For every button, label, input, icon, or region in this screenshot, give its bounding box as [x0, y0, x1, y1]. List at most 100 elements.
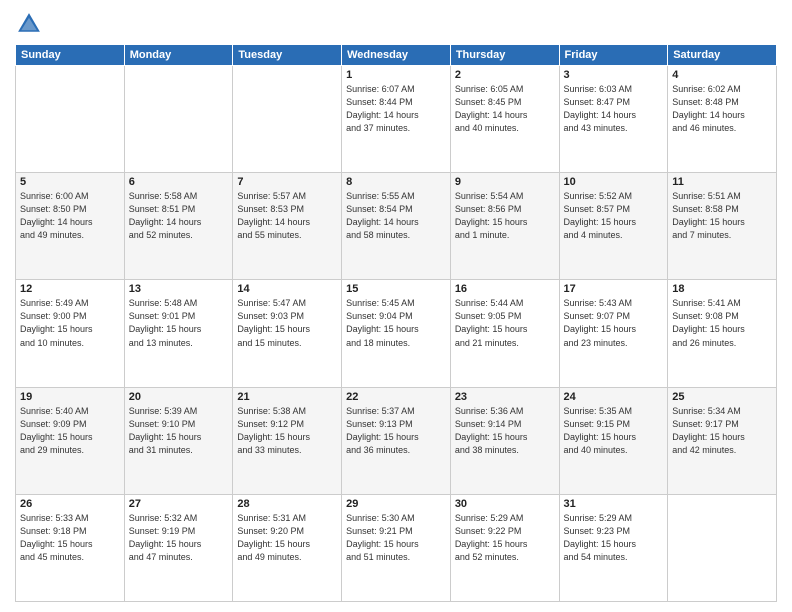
weekday-header-row: SundayMondayTuesdayWednesdayThursdayFrid…	[16, 45, 777, 66]
day-info: Sunrise: 5:44 AM Sunset: 9:05 PM Dayligh…	[455, 297, 555, 349]
day-info: Sunrise: 5:58 AM Sunset: 8:51 PM Dayligh…	[129, 190, 229, 242]
day-number: 20	[129, 391, 229, 403]
day-info: Sunrise: 6:02 AM Sunset: 8:48 PM Dayligh…	[672, 83, 772, 135]
calendar-cell: 8 Sunrise: 5:55 AM Sunset: 8:54 PM Daylig…	[342, 173, 451, 280]
calendar-cell: 24 Sunrise: 5:35 AM Sunset: 9:15 PM Dayli…	[559, 387, 668, 494]
calendar-cell: 2 Sunrise: 6:05 AM Sunset: 8:45 PM Daylig…	[450, 66, 559, 173]
day-number: 3	[564, 69, 664, 81]
calendar-cell: 6 Sunrise: 5:58 AM Sunset: 8:51 PM Daylig…	[124, 173, 233, 280]
day-number: 11	[672, 176, 772, 188]
calendar-cell: 30 Sunrise: 5:29 AM Sunset: 9:22 PM Dayli…	[450, 494, 559, 601]
calendar-cell: 18 Sunrise: 5:41 AM Sunset: 9:08 PM Dayli…	[668, 280, 777, 387]
calendar-cell	[124, 66, 233, 173]
calendar-cell: 10 Sunrise: 5:52 AM Sunset: 8:57 PM Dayli…	[559, 173, 668, 280]
day-info: Sunrise: 5:49 AM Sunset: 9:00 PM Dayligh…	[20, 297, 120, 349]
day-number: 25	[672, 391, 772, 403]
calendar-cell	[668, 494, 777, 601]
day-number: 15	[346, 283, 446, 295]
day-number: 5	[20, 176, 120, 188]
day-number: 12	[20, 283, 120, 295]
day-info: Sunrise: 5:41 AM Sunset: 9:08 PM Dayligh…	[672, 297, 772, 349]
week-row-3: 12 Sunrise: 5:49 AM Sunset: 9:00 PM Dayli…	[16, 280, 777, 387]
week-row-4: 19 Sunrise: 5:40 AM Sunset: 9:09 PM Dayli…	[16, 387, 777, 494]
day-number: 8	[346, 176, 446, 188]
day-number: 18	[672, 283, 772, 295]
weekday-header-friday: Friday	[559, 45, 668, 66]
calendar-cell: 27 Sunrise: 5:32 AM Sunset: 9:19 PM Dayli…	[124, 494, 233, 601]
day-number: 1	[346, 69, 446, 81]
day-number: 21	[237, 391, 337, 403]
calendar-cell: 15 Sunrise: 5:45 AM Sunset: 9:04 PM Dayli…	[342, 280, 451, 387]
day-info: Sunrise: 5:43 AM Sunset: 9:07 PM Dayligh…	[564, 297, 664, 349]
day-info: Sunrise: 5:40 AM Sunset: 9:09 PM Dayligh…	[20, 405, 120, 457]
logo	[15, 10, 47, 38]
day-info: Sunrise: 5:29 AM Sunset: 9:22 PM Dayligh…	[455, 512, 555, 564]
calendar-cell: 25 Sunrise: 5:34 AM Sunset: 9:17 PM Dayli…	[668, 387, 777, 494]
week-row-2: 5 Sunrise: 6:00 AM Sunset: 8:50 PM Daylig…	[16, 173, 777, 280]
calendar-cell: 28Sunrise: 5:31 AM Sunset: 9:20 PM Dayli…	[233, 494, 342, 601]
day-info: Sunrise: 5:55 AM Sunset: 8:54 PM Dayligh…	[346, 190, 446, 242]
day-number: 24	[564, 391, 664, 403]
calendar-cell: 7 Sunrise: 5:57 AM Sunset: 8:53 PM Daylig…	[233, 173, 342, 280]
day-number: 2	[455, 69, 555, 81]
week-row-1: 1 Sunrise: 6:07 AM Sunset: 8:44 PM Daylig…	[16, 66, 777, 173]
day-info: Sunrise: 5:54 AM Sunset: 8:56 PM Dayligh…	[455, 190, 555, 242]
calendar-cell: 12 Sunrise: 5:49 AM Sunset: 9:00 PM Dayli…	[16, 280, 125, 387]
day-info: Sunrise: 5:45 AM Sunset: 9:04 PM Dayligh…	[346, 297, 446, 349]
calendar-cell	[16, 66, 125, 173]
day-info: Sunrise: 6:07 AM Sunset: 8:44 PM Dayligh…	[346, 83, 446, 135]
page: SundayMondayTuesdayWednesdayThursdayFrid…	[0, 0, 792, 612]
day-info: Sunrise: 5:31 AM Sunset: 9:20 PM Dayligh…	[237, 512, 337, 564]
day-number: 17	[564, 283, 664, 295]
week-row-5: 26 Sunrise: 5:33 AM Sunset: 9:18 PM Dayli…	[16, 494, 777, 601]
calendar-table: SundayMondayTuesdayWednesdayThursdayFrid…	[15, 44, 777, 602]
day-info: Sunrise: 5:39 AM Sunset: 9:10 PM Dayligh…	[129, 405, 229, 457]
day-info: Sunrise: 5:32 AM Sunset: 9:19 PM Dayligh…	[129, 512, 229, 564]
day-number: 27	[129, 498, 229, 510]
calendar-cell: 14 Sunrise: 5:47 AM Sunset: 9:03 PM Dayli…	[233, 280, 342, 387]
day-info: Sunrise: 5:34 AM Sunset: 9:17 PM Dayligh…	[672, 405, 772, 457]
day-info: Sunrise: 5:52 AM Sunset: 8:57 PM Dayligh…	[564, 190, 664, 242]
day-info: Sunrise: 5:35 AM Sunset: 9:15 PM Dayligh…	[564, 405, 664, 457]
day-number: 9	[455, 176, 555, 188]
logo-icon	[15, 10, 43, 38]
weekday-header-sunday: Sunday	[16, 45, 125, 66]
day-number: 14	[237, 283, 337, 295]
day-info: Sunrise: 5:48 AM Sunset: 9:01 PM Dayligh…	[129, 297, 229, 349]
day-number: 31	[564, 498, 664, 510]
day-info: Sunrise: 6:05 AM Sunset: 8:45 PM Dayligh…	[455, 83, 555, 135]
day-info: Sunrise: 5:47 AM Sunset: 9:03 PM Dayligh…	[237, 297, 337, 349]
day-number: 7	[237, 176, 337, 188]
weekday-header-monday: Monday	[124, 45, 233, 66]
day-info: Sunrise: 6:03 AM Sunset: 8:47 PM Dayligh…	[564, 83, 664, 135]
day-info: Sunrise: 5:29 AM Sunset: 9:23 PM Dayligh…	[564, 512, 664, 564]
calendar-cell: 17 Sunrise: 5:43 AM Sunset: 9:07 PM Dayli…	[559, 280, 668, 387]
weekday-header-wednesday: Wednesday	[342, 45, 451, 66]
day-number: 26	[20, 498, 120, 510]
calendar-cell: 22 Sunrise: 5:37 AM Sunset: 9:13 PM Dayli…	[342, 387, 451, 494]
day-number: 13	[129, 283, 229, 295]
calendar-cell: 26 Sunrise: 5:33 AM Sunset: 9:18 PM Dayli…	[16, 494, 125, 601]
calendar-cell: 3 Sunrise: 6:03 AM Sunset: 8:47 PM Daylig…	[559, 66, 668, 173]
day-number: 4	[672, 69, 772, 81]
day-number: 22	[346, 391, 446, 403]
calendar-cell: 31 Sunrise: 5:29 AM Sunset: 9:23 PM Dayli…	[559, 494, 668, 601]
day-number: 10	[564, 176, 664, 188]
day-number: 30	[455, 498, 555, 510]
day-info: Sunrise: 5:37 AM Sunset: 9:13 PM Dayligh…	[346, 405, 446, 457]
day-number: 19	[20, 391, 120, 403]
day-info: Sunrise: 5:51 AM Sunset: 8:58 PM Dayligh…	[672, 190, 772, 242]
calendar-cell: 23Sunrise: 5:36 AM Sunset: 9:14 PM Dayli…	[450, 387, 559, 494]
calendar-cell: 1 Sunrise: 6:07 AM Sunset: 8:44 PM Daylig…	[342, 66, 451, 173]
calendar-cell: 9 Sunrise: 5:54 AM Sunset: 8:56 PM Daylig…	[450, 173, 559, 280]
day-number: 23	[455, 391, 555, 403]
day-number: 6	[129, 176, 229, 188]
day-info: Sunrise: 5:33 AM Sunset: 9:18 PM Dayligh…	[20, 512, 120, 564]
day-info: Sunrise: 5:30 AM Sunset: 9:21 PM Dayligh…	[346, 512, 446, 564]
day-info: Sunrise: 6:00 AM Sunset: 8:50 PM Dayligh…	[20, 190, 120, 242]
weekday-header-saturday: Saturday	[668, 45, 777, 66]
weekday-header-thursday: Thursday	[450, 45, 559, 66]
calendar-cell: 5 Sunrise: 6:00 AM Sunset: 8:50 PM Daylig…	[16, 173, 125, 280]
calendar-cell: 20 Sunrise: 5:39 AM Sunset: 9:10 PM Dayli…	[124, 387, 233, 494]
day-info: Sunrise: 5:57 AM Sunset: 8:53 PM Dayligh…	[237, 190, 337, 242]
